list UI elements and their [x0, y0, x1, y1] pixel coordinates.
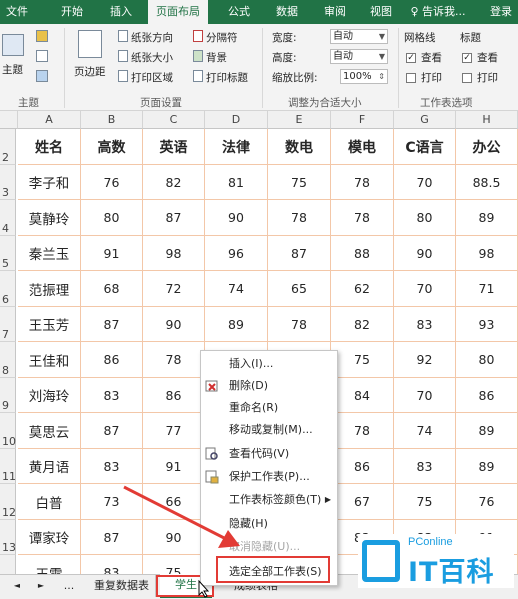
watermark-brand: PConline — [408, 536, 453, 548]
annotation-arrow — [123, 485, 240, 548]
pconline-logo-icon — [362, 540, 400, 582]
watermark: PConline IT百科 — [358, 534, 514, 588]
mouse-cursor-icon — [198, 580, 210, 598]
watermark-text: IT百科 — [408, 557, 495, 588]
